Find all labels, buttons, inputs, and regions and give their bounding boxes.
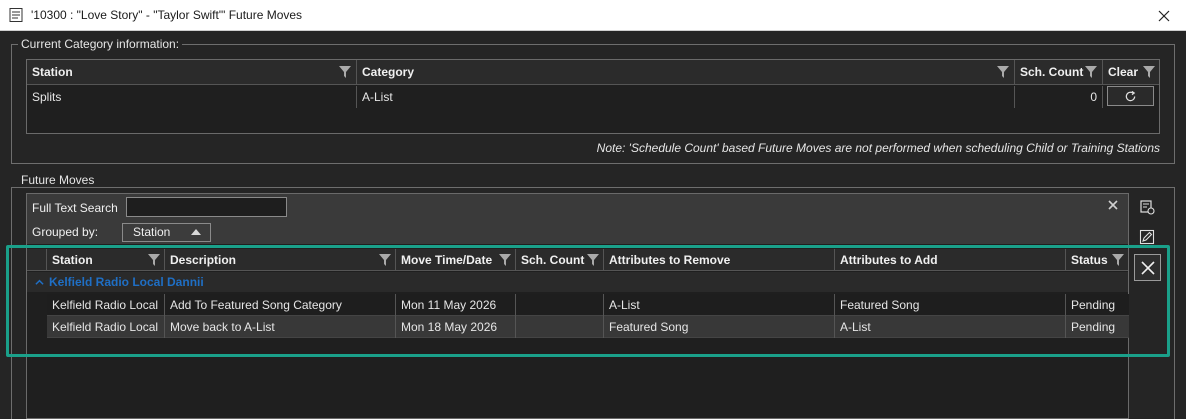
filter-icon[interactable]	[997, 66, 1009, 78]
search-input[interactable]	[126, 197, 287, 217]
category-category-cell: A-List	[357, 86, 1015, 108]
search-label: Full Text Search	[32, 201, 118, 215]
col-sch-count-label: Sch. Count	[1020, 65, 1084, 79]
group-by-value: Station	[133, 225, 171, 239]
current-category-legend: Current Category information:	[18, 37, 183, 51]
filter-icon[interactable]	[1143, 66, 1155, 78]
filter-icon[interactable]	[1085, 66, 1097, 78]
category-sch-count-cell: 0	[1015, 86, 1103, 108]
grid-toolbar: Full Text Search Grouped by: Station	[27, 194, 1128, 244]
highlight-box	[6, 245, 1170, 357]
col-station-label: Station	[32, 65, 73, 79]
window-close-button[interactable]	[1142, 0, 1186, 31]
col-category[interactable]: Category	[357, 60, 1015, 85]
category-station-cell: Splits	[27, 86, 357, 108]
current-category-grid: Station Category Sch. Count Clear Splits…	[26, 59, 1160, 134]
col-clear-label: Clear	[1108, 65, 1139, 79]
close-icon	[1158, 10, 1170, 21]
col-sch-count[interactable]: Sch. Count	[1015, 60, 1103, 85]
filter-icon[interactable]	[339, 66, 351, 78]
future-moves-legend: Future Moves	[18, 173, 98, 187]
add-record-button[interactable]	[1136, 196, 1158, 218]
title-bar: '10300 : "Love Story" - "Taylor Swift"' …	[0, 0, 1186, 31]
clear-button[interactable]	[1107, 86, 1154, 106]
col-category-label: Category	[362, 65, 415, 79]
grouped-by-label: Grouped by:	[32, 225, 99, 239]
refresh-icon	[1125, 90, 1136, 101]
schedule-count-note: Note: 'Schedule Count' based Future Move…	[596, 141, 1160, 155]
category-grid-header: Station Category Sch. Count Clear	[27, 60, 1159, 85]
document-icon	[9, 8, 23, 22]
col-clear[interactable]: Clear	[1103, 60, 1161, 85]
clear-search-icon[interactable]	[1106, 198, 1120, 212]
group-by-chip[interactable]: Station	[122, 223, 211, 242]
edit-icon	[1139, 229, 1155, 245]
add-record-icon	[1140, 200, 1155, 215]
sort-up-icon	[191, 229, 201, 235]
col-station[interactable]: Station	[27, 60, 357, 85]
window-title: '10300 : "Love Story" - "Taylor Swift"' …	[31, 8, 303, 22]
